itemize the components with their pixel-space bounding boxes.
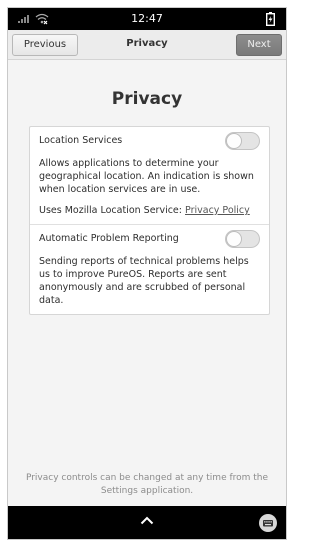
battery-icon bbox=[266, 12, 275, 26]
toggle-knob bbox=[226, 231, 242, 247]
main-content: Privacy Location Services Allows applica… bbox=[8, 60, 286, 506]
clock: 12:47 bbox=[131, 12, 163, 25]
status-bar: 12:47 bbox=[8, 8, 286, 30]
privacy-policy-link[interactable]: Privacy Policy bbox=[185, 205, 250, 216]
phone-frame: 12:47 Previous Privacy Next Privacy Loca… bbox=[7, 7, 287, 540]
footer-note: Privacy controls can be changed at any t… bbox=[25, 473, 269, 496]
uses-text: Uses Mozilla Location Service: bbox=[39, 205, 186, 216]
problem-reporting-description: Sending reports of technical problems he… bbox=[39, 256, 249, 306]
location-services-description: Allows applications to determine your ge… bbox=[39, 158, 254, 195]
problem-reporting-section: Automatic Problem Reporting Sending repo… bbox=[30, 224, 269, 314]
page-title: Privacy bbox=[111, 89, 183, 109]
bottom-nav-bar bbox=[8, 506, 286, 539]
location-services-toggle[interactable] bbox=[225, 132, 260, 150]
keyboard-icon[interactable] bbox=[259, 514, 277, 532]
next-button[interactable]: Next bbox=[236, 34, 282, 56]
problem-reporting-toggle[interactable] bbox=[225, 230, 260, 248]
chevron-up-icon[interactable] bbox=[140, 516, 154, 525]
location-services-section: Location Services Allows applications to… bbox=[30, 127, 269, 224]
toggle-knob bbox=[226, 133, 242, 149]
header-bar: Previous Privacy Next bbox=[8, 30, 286, 60]
location-service-provider: Uses Mozilla Location Service: Privacy P… bbox=[39, 204, 260, 224]
privacy-settings-card: Location Services Allows applications to… bbox=[29, 126, 270, 315]
